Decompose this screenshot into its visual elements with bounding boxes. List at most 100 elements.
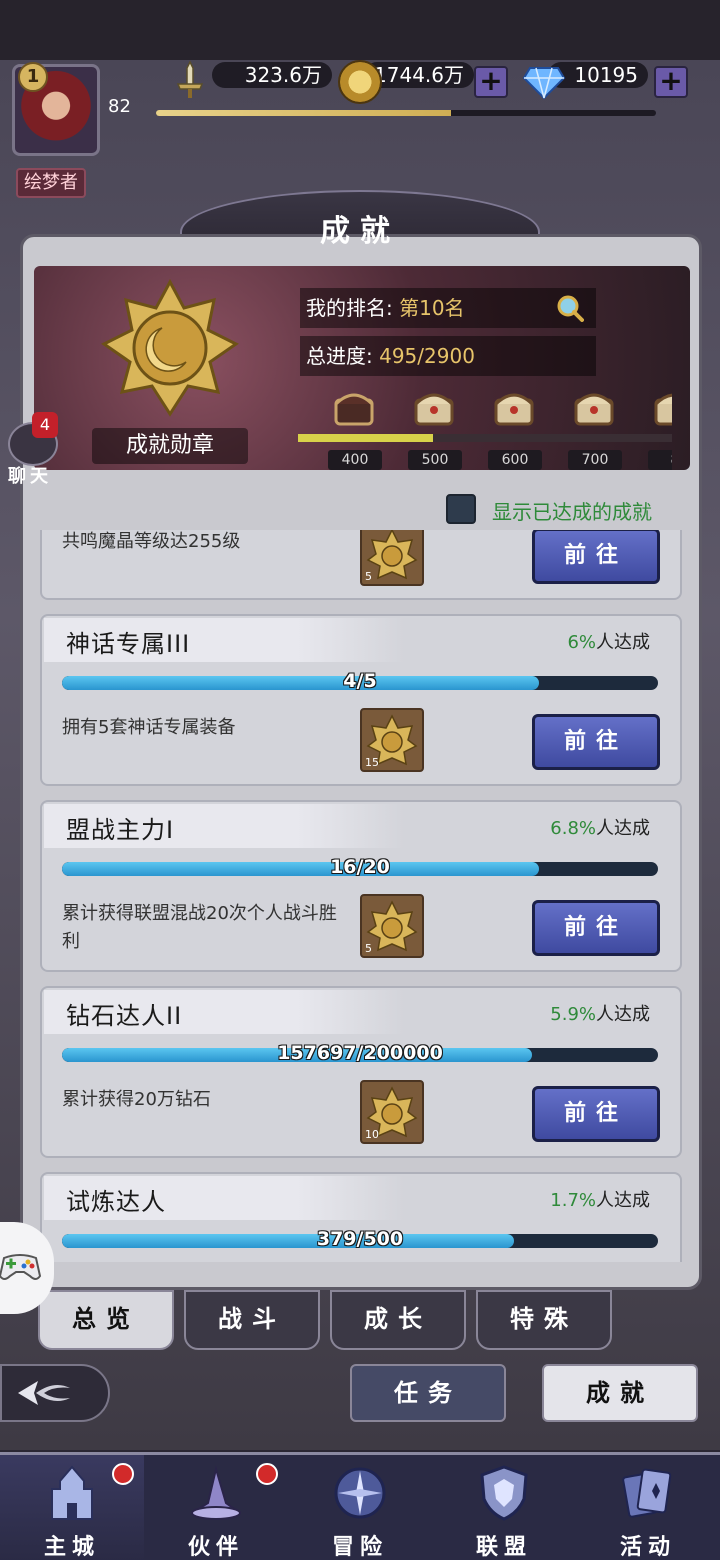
back-button[interactable] xyxy=(0,1364,110,1422)
milestone-chests: 400 500 600 700 8 xyxy=(298,386,672,470)
chest-icon[interactable] xyxy=(652,386,672,430)
nav-partners[interactable]: 伙伴 xyxy=(144,1455,288,1560)
chest-icon[interactable] xyxy=(572,386,616,430)
achievement-desc: 累计获得联盟混战20次个人战斗胜利 xyxy=(62,903,337,952)
wizard-hat-icon xyxy=(191,1465,241,1520)
nav-label: 主城 xyxy=(43,1535,100,1560)
go-button[interactable]: 前往 xyxy=(532,714,660,770)
vip-level-badge: 1 xyxy=(18,62,48,92)
chest-icon[interactable] xyxy=(412,386,456,430)
add-diamond-button[interactable]: + xyxy=(654,66,688,98)
nav-alliance[interactable]: 联盟 xyxy=(432,1455,576,1560)
chat-label: 聊天 xyxy=(8,466,52,487)
achievement-progress-text: 379/500 xyxy=(316,1228,404,1250)
task-mode-button[interactable]: 任务 xyxy=(350,1364,506,1422)
tab-growth[interactable]: 成长 xyxy=(330,1290,466,1350)
notification-dot xyxy=(112,1463,134,1485)
achievement-progress-text: 4/5 xyxy=(343,670,377,692)
achievement-card: 共鸣魔晶等级达255级 5 前往 xyxy=(40,530,682,600)
show-completed-filter[interactable]: 显示已达成的成就 xyxy=(446,492,686,526)
rate-suffix: 人达成 xyxy=(596,1004,650,1025)
medal-label: 成就勋章 xyxy=(92,428,248,464)
achievement-rate: 6.8%人达成 xyxy=(550,814,650,840)
nav-events[interactable]: 活动 xyxy=(576,1455,720,1560)
achievement-list[interactable]: 共鸣魔晶等级达255级 5 前往 神话专属III 6%人达成 4/5 拥有5套神… xyxy=(40,530,682,1262)
milestone-progress-bar xyxy=(298,434,672,442)
player-level: 82 xyxy=(108,96,131,117)
rate-suffix: 人达成 xyxy=(596,1190,650,1211)
achievement-card: 神话专属III 6%人达成 4/5 拥有5套神话专属装备 15 前往 xyxy=(40,614,682,786)
go-button[interactable]: 前往 xyxy=(532,900,660,956)
achievement-title: 盟战主力I xyxy=(66,816,175,844)
achievement-progress-text: 157697/200000 xyxy=(277,1042,443,1064)
reward-item[interactable]: 15 xyxy=(360,708,424,772)
milestone-progress-fill xyxy=(298,434,433,442)
cards-icon xyxy=(622,1468,672,1518)
go-button[interactable]: 前往 xyxy=(532,530,660,584)
power-sword-icon xyxy=(176,60,204,98)
milestone-tag: 8 xyxy=(648,450,672,470)
back-arrow-icon xyxy=(18,1381,70,1405)
show-completed-checkbox[interactable] xyxy=(446,494,476,524)
chest-icon[interactable] xyxy=(332,386,376,430)
add-gold-button[interactable]: + xyxy=(474,66,508,98)
compass-icon xyxy=(334,1467,386,1519)
chat-unread-badge: 4 xyxy=(32,412,58,438)
milestone-tag: 400 xyxy=(328,450,382,470)
rate-percent: 5.9% xyxy=(550,1004,596,1025)
progress-label: 总进度: xyxy=(306,344,373,368)
rate-suffix: 人达成 xyxy=(596,818,650,839)
notification-dot xyxy=(256,1463,278,1485)
nav-label: 冒险 xyxy=(331,1535,388,1560)
medal-reward-icon xyxy=(366,530,418,580)
achievement-desc: 拥有5套神话专属装备 xyxy=(62,717,236,738)
rate-percent: 6.8% xyxy=(550,818,596,839)
achievement-rate: 6%人达成 xyxy=(567,628,650,654)
rank-label: 我的排名: xyxy=(306,296,393,320)
reward-item[interactable]: 5 xyxy=(360,894,424,958)
castle-icon xyxy=(51,1465,93,1520)
achievement-title: 试炼达人 xyxy=(66,1188,166,1216)
achievement-progress-text: 16/20 xyxy=(330,856,390,878)
nav-adventure[interactable]: 冒险 xyxy=(288,1455,432,1560)
achievement-card: 试炼达人 1.7%人达成 379/500 xyxy=(40,1172,682,1262)
milestone-tag: 700 xyxy=(568,450,622,470)
tab-special[interactable]: 特殊 xyxy=(476,1290,612,1350)
achievement-medal-icon[interactable] xyxy=(100,278,240,418)
chest-icon[interactable] xyxy=(492,386,536,430)
total-progress-row: 总进度: 495/2900 xyxy=(300,336,596,376)
exp-bar xyxy=(156,110,656,116)
achievement-rate: 5.9%人达成 xyxy=(550,1000,650,1026)
medal-reward-icon xyxy=(366,900,418,952)
diamond-icon xyxy=(522,67,566,100)
reward-count: 10 xyxy=(365,1128,379,1141)
gamepad-icon xyxy=(0,1254,42,1280)
bottom-navigation: 主城 伙伴 冒险 联盟 活动 xyxy=(0,1452,720,1560)
nav-main-city[interactable]: 主城 xyxy=(0,1455,144,1560)
tab-overview[interactable]: 总览 xyxy=(38,1290,174,1350)
exp-bar-fill xyxy=(156,110,451,116)
chat-button[interactable]: 4 聊天 xyxy=(2,412,64,487)
rate-percent: 1.7% xyxy=(550,1190,596,1211)
progress-value: 495/2900 xyxy=(379,344,475,368)
power-value: 323.6万 xyxy=(212,62,332,88)
player-title-tag: 绘梦者 xyxy=(16,168,86,198)
my-rank-row: 我的排名: 第10名 xyxy=(300,288,596,328)
top-hud: 1 82 323.6万 1744.6万 + 10195 + 绘梦者 xyxy=(0,60,720,198)
achievement-rate: 1.7%人达成 xyxy=(550,1186,650,1212)
achievement-mode-button[interactable]: 成就 xyxy=(542,1364,698,1422)
rate-suffix: 人达成 xyxy=(596,632,650,653)
nav-label: 伙伴 xyxy=(187,1535,244,1560)
tab-battle[interactable]: 战斗 xyxy=(184,1290,320,1350)
reward-count: 5 xyxy=(365,570,372,583)
status-bar-area xyxy=(0,0,720,60)
reward-item[interactable]: 5 xyxy=(360,530,424,586)
search-icon[interactable] xyxy=(556,294,584,322)
milestone-tag: 500 xyxy=(408,450,462,470)
reward-item[interactable]: 10 xyxy=(360,1080,424,1144)
achievement-card: 钻石达人II 5.9%人达成 157697/200000 累计获得20万钻石 1… xyxy=(40,986,682,1158)
nav-label: 联盟 xyxy=(475,1535,532,1560)
achievement-desc: 累计获得20万钻石 xyxy=(62,1089,211,1110)
rate-percent: 6% xyxy=(567,632,596,653)
go-button[interactable]: 前往 xyxy=(532,1086,660,1142)
